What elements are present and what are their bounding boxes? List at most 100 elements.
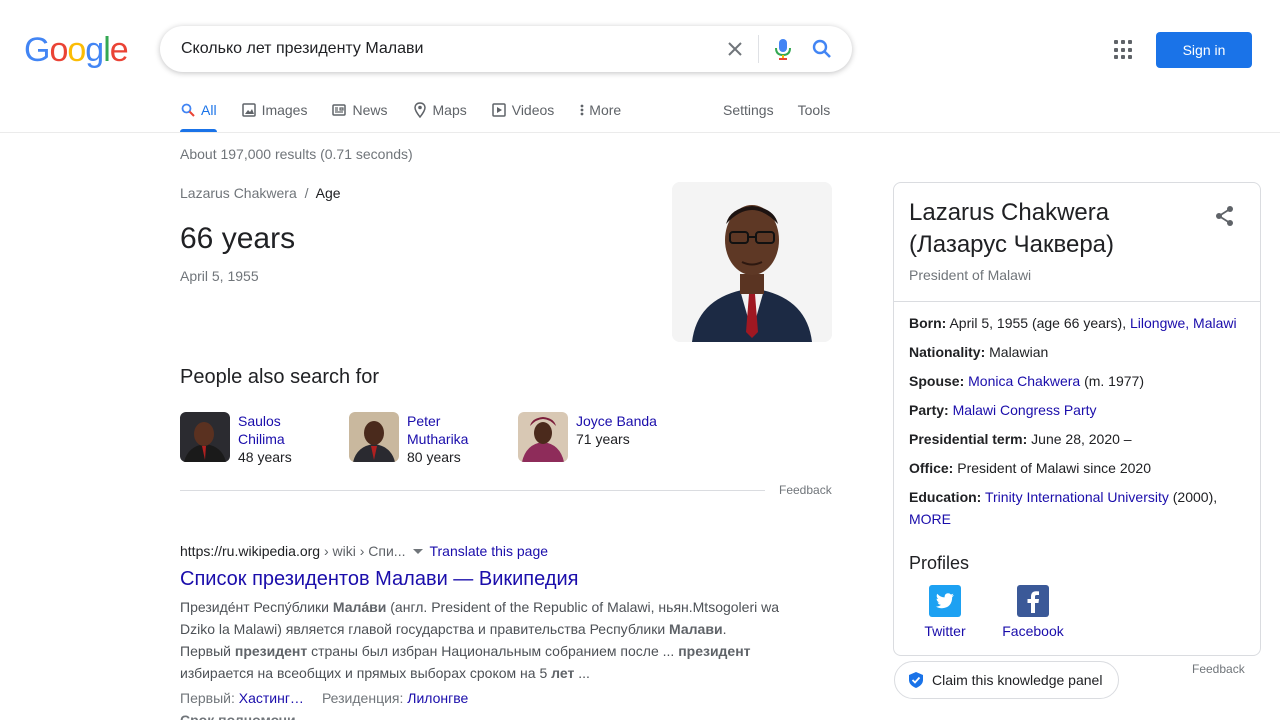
tools-link[interactable]: Tools bbox=[798, 102, 831, 118]
fact-link[interactable]: Lilongwe, Malawi bbox=[1130, 315, 1237, 331]
profile-twitter[interactable]: Twitter bbox=[909, 585, 981, 639]
facebook-icon bbox=[1017, 585, 1049, 617]
result-host[interactable]: https://ru.wikipedia.org bbox=[180, 543, 320, 559]
meta-label: Срок полномочи bbox=[180, 712, 296, 720]
search-input[interactable]: Сколько лет президенту Малави bbox=[181, 40, 423, 58]
snippet-text: избирается на всеобщих и прямых выборах … bbox=[180, 665, 552, 681]
people-card[interactable]: Saulos Chilima 48 years bbox=[180, 412, 328, 466]
person-name[interactable]: Saulos Chilima bbox=[238, 412, 328, 448]
meta-label: Первый: bbox=[180, 690, 239, 706]
fact-value: Malawian bbox=[985, 344, 1049, 360]
fact-label: Office: bbox=[909, 460, 954, 476]
tab-videos[interactable]: Videos bbox=[491, 94, 555, 132]
meta-link[interactable]: Хастинг… bbox=[239, 690, 304, 706]
search-icon bbox=[180, 102, 196, 118]
verified-shield-icon bbox=[909, 672, 923, 688]
profiles-title: Profiles bbox=[909, 553, 970, 573]
map-pin-icon bbox=[412, 102, 428, 118]
answer-date: April 5, 1955 bbox=[180, 268, 259, 284]
fact-link[interactable]: Malawi Congress Party bbox=[953, 402, 1097, 418]
chevron-down-icon[interactable] bbox=[413, 548, 424, 554]
claim-panel-button[interactable]: Claim this knowledge panel bbox=[894, 661, 1120, 699]
snippet-text: Первый bbox=[180, 643, 235, 659]
result-url: https://ru.wikipedia.org › wiki › Спи...… bbox=[180, 543, 548, 559]
search-box[interactable]: Сколько лет президенту Малави bbox=[160, 26, 852, 72]
clear-icon[interactable] bbox=[724, 38, 746, 60]
breadcrumb-separator: / bbox=[304, 185, 309, 201]
snippet-text: страны был избран Национальным собранием… bbox=[307, 643, 679, 659]
kp-facts: Born: April 5, 1955 (age 66 years), Lilo… bbox=[909, 312, 1249, 537]
people-also-search-title: People also search for bbox=[180, 366, 380, 388]
logo-letter: o bbox=[49, 31, 68, 69]
fact-office: Office: President of Malawi since 2020 bbox=[909, 457, 1249, 479]
meta-label: Резиденция: bbox=[321, 690, 408, 706]
sign-in-button[interactable]: Sign in bbox=[1156, 32, 1252, 68]
fact-value: President of Malawi since 2020 bbox=[953, 460, 1152, 476]
translate-link[interactable]: Translate this page bbox=[429, 543, 548, 559]
claim-label: Claim this knowledge panel bbox=[932, 672, 1103, 688]
fact-label: Spouse: bbox=[909, 373, 965, 389]
feedback-link[interactable]: Feedback bbox=[779, 483, 832, 497]
fact-born: Born: April 5, 1955 (age 66 years), Lilo… bbox=[909, 312, 1249, 334]
knowledge-panel: Lazarus Chakwera (Лазарус Чаквера) Presi… bbox=[893, 182, 1261, 656]
people-card[interactable]: Peter Mutharika 80 years bbox=[349, 412, 497, 466]
fact-label: Party: bbox=[909, 402, 949, 418]
person-age: 48 years bbox=[238, 449, 292, 465]
section-divider bbox=[180, 490, 765, 491]
result-stats: About 197,000 results (0.71 seconds) bbox=[180, 146, 413, 162]
fact-education: Education: Trinity International Univers… bbox=[909, 486, 1249, 530]
tab-all[interactable]: All bbox=[180, 94, 217, 132]
profile-label: Twitter bbox=[924, 623, 966, 639]
header-divider bbox=[0, 132, 1280, 133]
tab-label: Videos bbox=[511, 102, 555, 118]
kp-divider bbox=[894, 301, 1260, 302]
answer-value: 66 years bbox=[180, 222, 296, 255]
feedback-link[interactable]: Feedback bbox=[1192, 662, 1245, 676]
result-snippet: Президе́нт Респу́блики Мала́ви (англ. Pr… bbox=[180, 596, 790, 684]
snippet-bold: лет bbox=[551, 665, 575, 681]
fact-value: (2000), bbox=[1168, 489, 1218, 505]
google-logo[interactable]: Google bbox=[24, 31, 129, 69]
answer-entity[interactable]: Lazarus Chakwera bbox=[180, 185, 297, 201]
answer-attribute: Age bbox=[315, 185, 341, 201]
microphone-icon[interactable] bbox=[772, 38, 794, 60]
kp-subtitle: President of Malawi bbox=[909, 267, 1032, 283]
profile-facebook[interactable]: Facebook bbox=[997, 585, 1069, 639]
logo-letter: o bbox=[67, 31, 86, 69]
tab-label: News bbox=[352, 102, 388, 118]
fact-label: Presidential term: bbox=[909, 431, 1028, 447]
person-name[interactable]: Peter Mutharika bbox=[407, 412, 497, 448]
result-path: › wiki › Спи... bbox=[320, 543, 406, 559]
person-age: 80 years bbox=[407, 449, 461, 465]
search-icon[interactable] bbox=[811, 38, 833, 60]
person-photo[interactable] bbox=[672, 182, 832, 342]
tab-news[interactable]: News bbox=[331, 94, 388, 132]
tab-maps[interactable]: Maps bbox=[412, 94, 467, 132]
tab-images[interactable]: Images bbox=[241, 94, 307, 132]
logo-letter: G bbox=[24, 31, 50, 69]
apps-grid-icon[interactable] bbox=[1114, 40, 1134, 60]
more-link[interactable]: MORE bbox=[909, 511, 951, 527]
logo-letter: g bbox=[85, 31, 104, 69]
fact-label: Born: bbox=[909, 315, 947, 331]
fact-value: June 28, 2020 – bbox=[1027, 431, 1132, 447]
fact-link[interactable]: Monica Chakwera bbox=[968, 373, 1080, 389]
more-vert-icon bbox=[578, 102, 586, 118]
search-divider bbox=[758, 35, 759, 63]
person-name[interactable]: Joyce Banda bbox=[576, 412, 666, 430]
person-age: 71 years bbox=[576, 431, 630, 447]
result-title[interactable]: Список президентов Малави — Википедия bbox=[180, 568, 579, 591]
tab-label: Maps bbox=[432, 102, 467, 118]
share-icon[interactable] bbox=[1214, 205, 1236, 227]
fact-spouse: Spouse: Monica Chakwera (m. 1977) bbox=[909, 370, 1249, 392]
people-card[interactable]: Joyce Banda 71 years bbox=[518, 412, 666, 462]
fact-link[interactable]: Trinity International University bbox=[985, 489, 1169, 505]
logo-letter: e bbox=[109, 31, 129, 69]
snippet-text: Президе́нт Респу́блики bbox=[180, 599, 333, 615]
tab-more[interactable]: More bbox=[578, 94, 621, 132]
fact-label: Nationality: bbox=[909, 344, 986, 360]
meta-link[interactable]: Лилонгве bbox=[407, 690, 468, 706]
settings-link[interactable]: Settings bbox=[723, 102, 774, 118]
answer-breadcrumb: Lazarus Chakwera / Age bbox=[180, 185, 341, 201]
tab-label: More bbox=[589, 102, 622, 118]
